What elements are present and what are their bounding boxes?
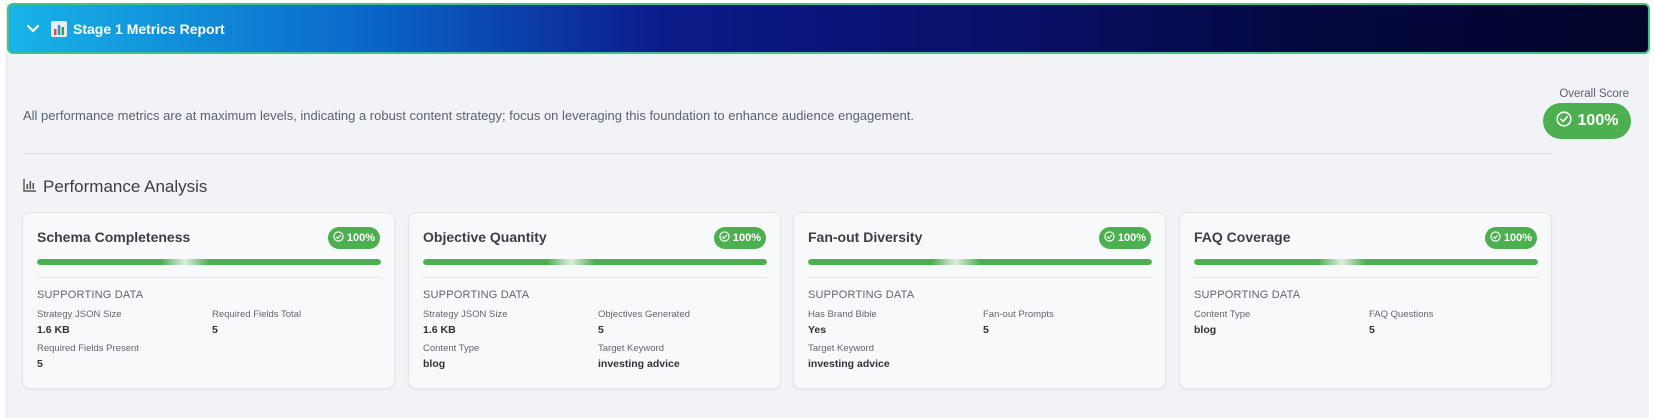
- data-item: Target Keyword investing advice: [598, 343, 768, 370]
- card-title: Objective Quantity: [423, 229, 547, 245]
- data-label: Required Fields Total: [212, 309, 302, 320]
- data-label: Target Keyword: [808, 343, 875, 354]
- progress-bar: [37, 259, 381, 265]
- progress-bar: [808, 259, 1152, 265]
- score-value: 100%: [1503, 232, 1533, 244]
- summary-text: All performance metrics are at maximum l…: [23, 108, 915, 123]
- score-badge: 100%: [714, 227, 766, 249]
- card-title: Fan-out Diversity: [808, 229, 923, 245]
- progress-bar: [423, 259, 767, 265]
- score-badge: 100%: [1485, 227, 1537, 249]
- data-label: Objectives Generated: [598, 309, 690, 320]
- check-circle-icon: [1104, 231, 1115, 245]
- data-value: investing advice: [808, 358, 890, 370]
- data-label: Has Brand Bible: [808, 309, 877, 320]
- progress-fill: [423, 259, 767, 265]
- data-label: Required Fields Present: [37, 343, 139, 354]
- data-value: Yes: [808, 324, 827, 336]
- progress-fill: [808, 259, 1152, 265]
- data-value: 5: [983, 324, 989, 336]
- data-value: 5: [1369, 324, 1375, 336]
- report-header[interactable]: Stage 1 Metrics Report: [7, 3, 1650, 54]
- data-item: Required Fields Present 5: [37, 343, 207, 370]
- supporting-data-label: SUPPORTING DATA: [1194, 289, 1301, 301]
- card-divider: [808, 277, 1152, 278]
- metric-card-schema-completeness: Schema Completeness 100% SUPPORTING DATA…: [22, 212, 395, 389]
- column-chart-icon: [23, 177, 37, 197]
- data-item: Objectives Generated 5: [598, 309, 768, 336]
- data-item: Content Type blog: [423, 343, 593, 370]
- score-value: 100%: [732, 232, 762, 244]
- card-title: FAQ Coverage: [1194, 229, 1291, 245]
- card-divider: [1194, 277, 1538, 278]
- supporting-data-label: SUPPORTING DATA: [423, 289, 530, 301]
- bar-chart-icon: [51, 20, 67, 37]
- check-circle-icon: [1555, 110, 1572, 132]
- data-item: Fan-out Prompts 5: [983, 309, 1153, 336]
- score-badge: 100%: [1099, 227, 1151, 249]
- progress-bar: [1194, 259, 1538, 265]
- data-value: 1.6 KB: [37, 324, 70, 336]
- data-item: Required Fields Total 5: [212, 309, 382, 336]
- check-circle-icon: [333, 231, 344, 245]
- metrics-report-panel: Stage 1 Metrics Report All performance m…: [6, 3, 1650, 418]
- supporting-data-label: SUPPORTING DATA: [37, 289, 144, 301]
- data-item: Has Brand Bible Yes: [808, 309, 978, 336]
- data-item: Strategy JSON Size 1.6 KB: [37, 309, 207, 336]
- score-value: 100%: [1117, 232, 1147, 244]
- section-title: Performance Analysis: [43, 177, 208, 196]
- score-value: 100%: [346, 232, 376, 244]
- overall-score-value: 100%: [1577, 112, 1619, 129]
- chevron-down-icon[interactable]: [23, 19, 43, 39]
- data-item: FAQ Questions 5: [1369, 309, 1539, 336]
- card-divider: [37, 277, 381, 278]
- report-title: Stage 1 Metrics Report: [73, 20, 225, 37]
- data-item: Content Type blog: [1194, 309, 1364, 336]
- data-value: blog: [1194, 324, 1217, 336]
- data-label: Content Type: [423, 343, 480, 354]
- data-value: 5: [598, 324, 604, 336]
- progress-fill: [37, 259, 381, 265]
- progress-fill: [1194, 259, 1538, 265]
- section-heading: Performance Analysis: [23, 177, 207, 197]
- data-value: 1.6 KB: [423, 324, 456, 336]
- data-item: Target Keyword investing advice: [808, 343, 978, 370]
- data-label: Target Keyword: [598, 343, 665, 354]
- check-circle-icon: [1490, 231, 1501, 245]
- data-label: Fan-out Prompts: [983, 309, 1054, 320]
- metric-card-fan-out-diversity: Fan-out Diversity 100% SUPPORTING DATA H…: [793, 212, 1166, 389]
- metric-card-objective-quantity: Objective Quantity 100% SUPPORTING DATA …: [408, 212, 781, 389]
- data-item: Strategy JSON Size 1.6 KB: [423, 309, 593, 336]
- score-badge: 100%: [328, 227, 380, 249]
- data-value: 5: [212, 324, 218, 336]
- check-circle-icon: [719, 231, 730, 245]
- data-label: Strategy JSON Size: [423, 309, 508, 320]
- data-label: Strategy JSON Size: [37, 309, 122, 320]
- data-label: FAQ Questions: [1369, 309, 1434, 320]
- data-value: investing advice: [598, 358, 680, 370]
- card-title: Schema Completeness: [37, 229, 191, 245]
- data-value: blog: [423, 358, 446, 370]
- supporting-data-label: SUPPORTING DATA: [808, 289, 915, 301]
- metric-card-faq-coverage: FAQ Coverage 100% SUPPORTING DATA Conten…: [1179, 212, 1552, 389]
- divider: [23, 153, 1553, 154]
- overall-score-label: Overall Score: [1559, 88, 1629, 100]
- data-value: 5: [37, 358, 43, 370]
- data-label: Content Type: [1194, 309, 1251, 320]
- card-divider: [423, 277, 767, 278]
- overall-score-badge: 100%: [1543, 103, 1631, 139]
